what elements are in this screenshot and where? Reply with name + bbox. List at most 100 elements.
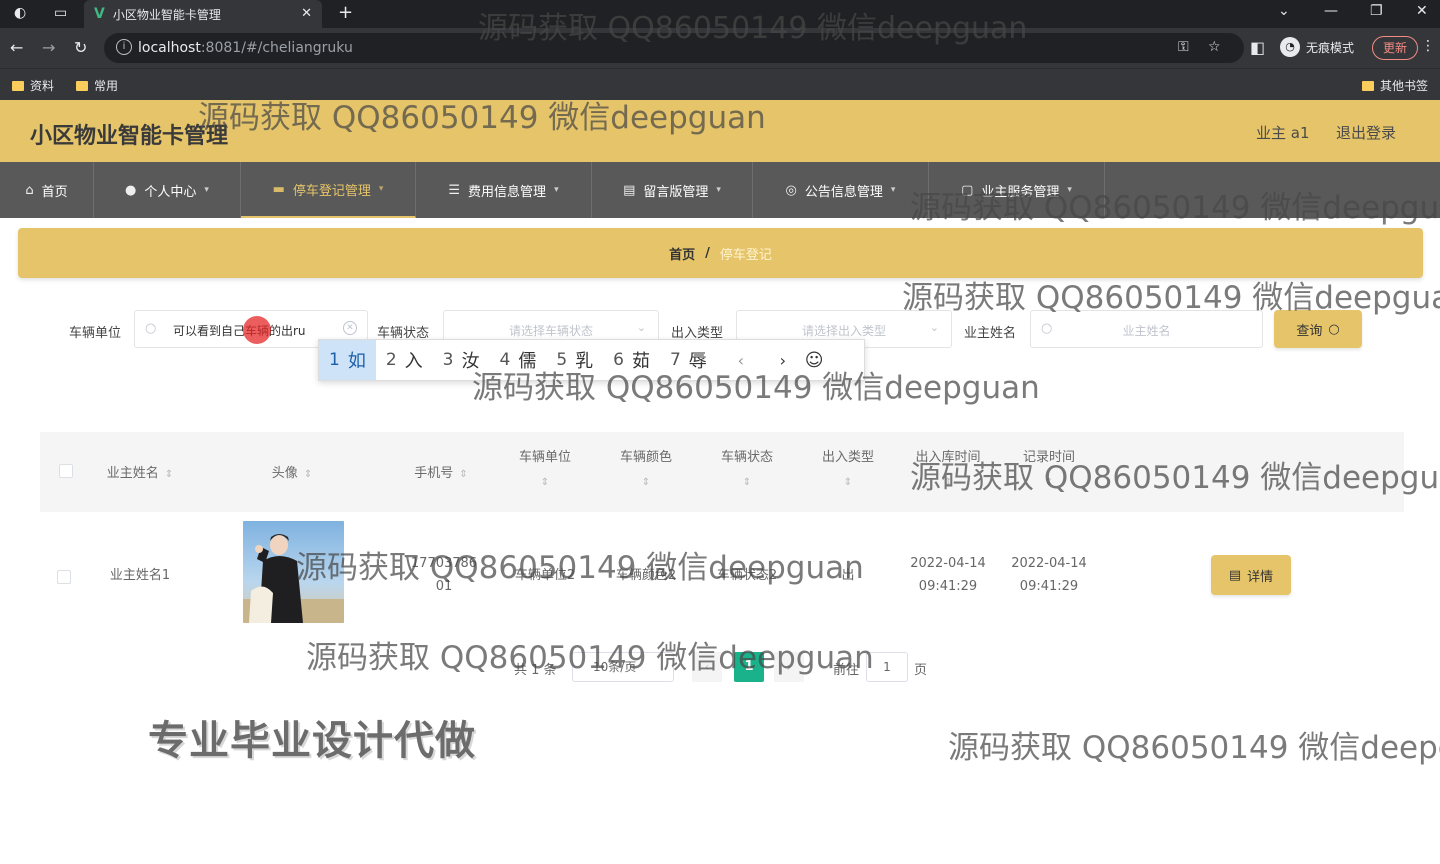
column-header-owner[interactable]: 业主姓名 ⇕	[100, 462, 180, 481]
nav-item-owner-service[interactable]: ▢ 业主服务管理 ▾	[929, 162, 1105, 218]
breadcrumb-home[interactable]: 首页	[669, 244, 695, 263]
column-header-record-time[interactable]: 记录时间 ⇕	[1009, 446, 1089, 488]
bookmark-folder-other[interactable]: 其他书签	[1362, 77, 1428, 94]
folder-icon	[1362, 80, 1374, 91]
breadcrumb: 首页 / 停车登记	[18, 228, 1423, 278]
sort-icon: ⇕	[164, 469, 174, 480]
nav-item-messages[interactable]: ▤ 留言版管理 ▾	[592, 162, 753, 218]
nav-item-home[interactable]: ⌂ 首页	[0, 162, 94, 218]
nav-item-notices[interactable]: ◎ 公告信息管理 ▾	[753, 162, 929, 218]
ime-candidate-text: 如	[347, 351, 366, 372]
page-size-select[interactable]: 10条/页	[572, 652, 674, 682]
owner-input[interactable]: ○ 业主姓名	[1030, 310, 1263, 348]
status-placeholder: 请选择车辆状态	[508, 324, 593, 338]
column-header-phone[interactable]: 手机号 ⇕	[400, 462, 482, 481]
sort-icon: ⇕	[742, 477, 752, 488]
query-button[interactable]: 查询 ○	[1274, 310, 1362, 348]
cell-unit: 车辆单位2	[514, 568, 576, 583]
notice-icon: ◎	[785, 182, 797, 198]
sort-icon: ⇕	[303, 469, 313, 480]
column-header-unit[interactable]: 车辆单位 ⇕	[505, 446, 585, 488]
cell-type: 出	[841, 568, 855, 583]
tab-search-icon[interactable]: ⌄	[1278, 3, 1290, 19]
row-checkbox[interactable]	[57, 570, 71, 584]
url-input[interactable]: i localhost:8081/#/cheliangruku ⚿ ☆	[104, 33, 1244, 63]
browser-tab[interactable]: V 小区物业智能卡管理 ✕	[84, 0, 322, 28]
reload-icon[interactable]: ↻	[74, 38, 87, 57]
next-page-button[interactable]: ›	[774, 652, 804, 682]
chevron-down-icon: ▾	[1067, 185, 1072, 195]
cell-owner: 业主姓名1	[109, 568, 171, 583]
column-header-io-time[interactable]: 出入库时间 ⇕	[906, 446, 990, 488]
column-header-type[interactable]: 出入类型 ⇕	[808, 446, 888, 488]
sort-icon: ⇕	[641, 477, 651, 488]
page-size-value: 10条/页	[593, 660, 637, 674]
ime-candidate[interactable]: 5乳	[546, 340, 603, 380]
nav-label: 公告信息管理	[804, 184, 883, 200]
chevron-down-icon: ▾	[716, 185, 721, 195]
nav-item-parking[interactable]: ▬ 停车登记管理 ▾	[241, 162, 416, 218]
site-info-icon[interactable]: i	[116, 39, 132, 55]
ime-next-icon[interactable]: ›	[765, 351, 801, 370]
incognito-indicator[interactable]: ◔ 无痕模式	[1280, 37, 1354, 57]
window-close-icon[interactable]: ✕	[1416, 3, 1428, 19]
prev-page-button[interactable]: ‹	[692, 652, 722, 682]
tab-list-icon[interactable]: ▭	[54, 5, 67, 21]
column-header-label: 车辆单位	[518, 450, 571, 465]
chevron-down-icon: ▾	[378, 184, 384, 194]
column-header-avatar[interactable]: 头像 ⇕	[252, 462, 332, 481]
main-nav: ⌂ 首页 ● 个人中心 ▾ ▬ 停车登记管理 ▾ ☰ 费用信息管理 ▾ ▤ 留言版管理 ▾ ◎ 公告…	[0, 162, 1440, 218]
search-icon: ○	[1328, 321, 1340, 337]
browser-menu-icon[interactable]: ⋮	[1421, 38, 1435, 54]
bookmark-folder-changyong[interactable]: 常用	[76, 77, 118, 94]
chevron-down-icon: ▾	[890, 185, 896, 195]
logout-link[interactable]: 退出登录	[1336, 122, 1396, 143]
sort-icon: ⇕	[943, 477, 953, 488]
ime-candidate[interactable]: 3汝	[433, 340, 490, 380]
bookmark-folder-ziliao[interactable]: 资料	[12, 77, 54, 94]
select-all-checkbox[interactable]	[59, 464, 73, 478]
ime-candidate-number: 7	[669, 350, 681, 370]
sidepanel-icon[interactable]: ◧	[1250, 38, 1265, 57]
column-header-color[interactable]: 车辆颜色 ⇕	[606, 446, 686, 488]
ime-candidate[interactable]: 2入	[376, 340, 433, 380]
bookmark-star-icon[interactable]: ☆	[1208, 39, 1221, 55]
clear-icon[interactable]: ✕	[343, 321, 357, 335]
detail-button[interactable]: ▤ 详情	[1211, 555, 1291, 595]
goto-page-input[interactable]: 1	[866, 652, 908, 682]
nav-label: 首页	[41, 184, 68, 200]
restore-icon[interactable]: ❐	[1370, 3, 1383, 19]
pagination-total: 共 1 条	[514, 663, 557, 678]
nav-item-personal-center[interactable]: ● 个人中心 ▾	[94, 162, 241, 218]
tab-close-icon[interactable]: ✕	[301, 6, 312, 21]
ime-prev-icon[interactable]: ‹	[723, 351, 759, 370]
browser-app-icon[interactable]: ◐	[14, 5, 26, 21]
key-icon[interactable]: ⚿	[1178, 39, 1189, 55]
list-icon: ☰	[448, 182, 461, 198]
ime-candidate[interactable]: 1如	[319, 340, 376, 380]
column-header-label: 头像	[271, 466, 298, 481]
nav-item-fees[interactable]: ☰ 费用信息管理 ▾	[416, 162, 592, 218]
bookmark-label: 资料	[30, 79, 55, 93]
ime-candidate[interactable]: 7辱	[660, 340, 717, 380]
emoji-icon[interactable]: ☺	[805, 350, 824, 371]
column-header-status[interactable]: 车辆状态 ⇕	[707, 446, 787, 488]
update-button[interactable]: 更新	[1372, 36, 1419, 60]
parking-icon: ▬	[272, 181, 285, 197]
current-user[interactable]: 业主 a1	[1256, 122, 1310, 143]
chevron-down-icon: ▾	[204, 185, 209, 195]
folder-icon	[76, 80, 88, 91]
current-page[interactable]: 1	[734, 652, 764, 682]
tab-title: 小区物业智能卡管理	[112, 7, 221, 22]
ime-candidate[interactable]: 4儒	[489, 340, 546, 380]
back-icon[interactable]: ←	[10, 38, 23, 57]
chevron-down-icon: ⌄	[636, 321, 646, 334]
column-header-label: 车辆颜色	[619, 450, 672, 465]
column-header-label: 业主姓名	[106, 466, 159, 481]
ime-candidate[interactable]: 6茹	[603, 340, 660, 380]
minimize-icon[interactable]: —	[1324, 3, 1338, 19]
new-tab-icon[interactable]: +	[338, 2, 353, 23]
app-header: 小区物业智能卡管理 业主 a1 退出登录	[0, 100, 1440, 162]
forward-icon[interactable]: →	[42, 38, 55, 57]
url-path: :8081/#/cheliangruku	[200, 40, 353, 56]
